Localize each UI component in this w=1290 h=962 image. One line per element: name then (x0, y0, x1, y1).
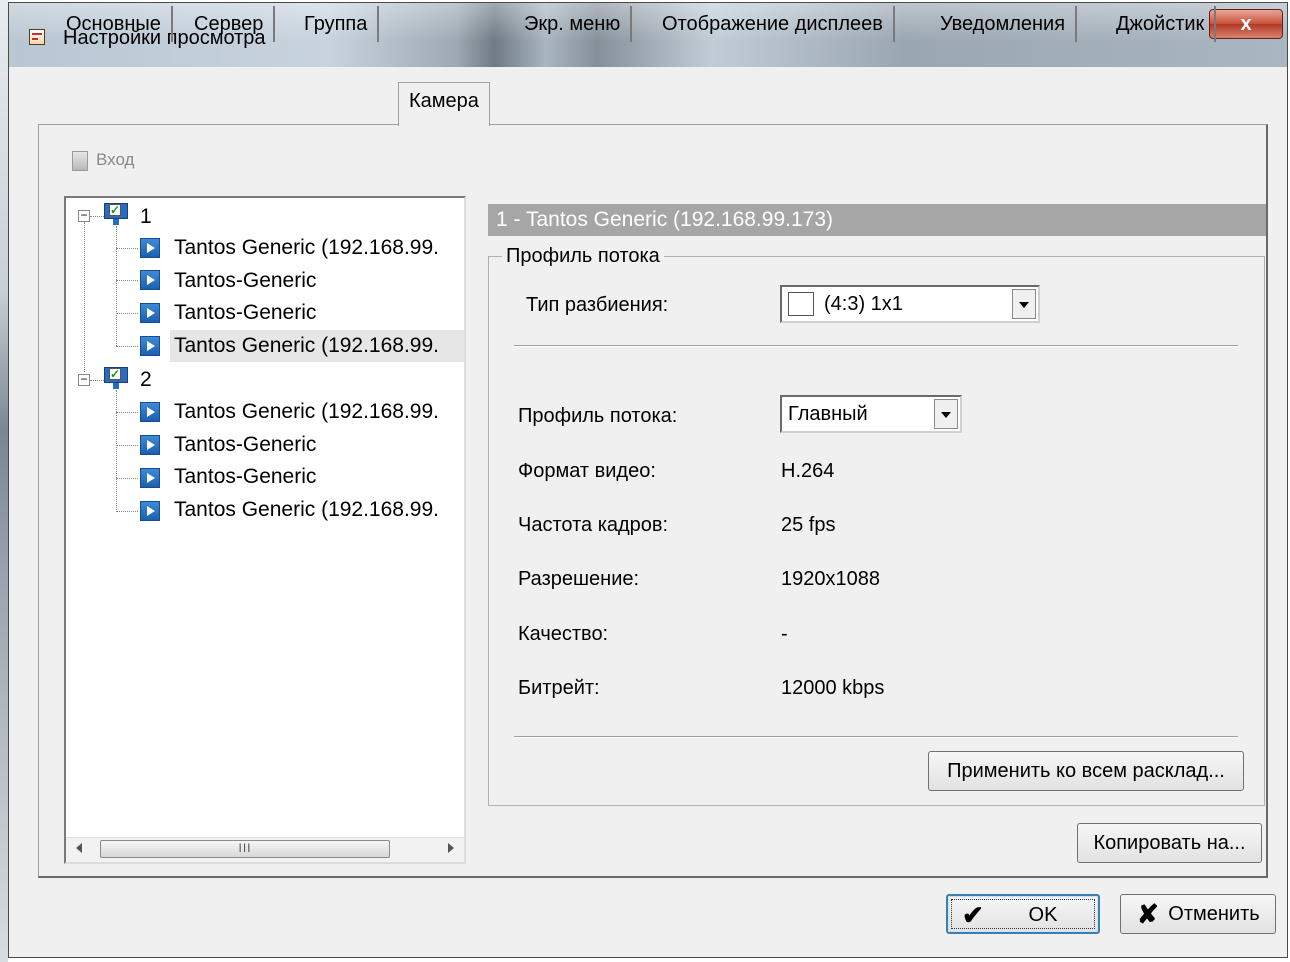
resolution-label: Разрешение: (518, 568, 640, 590)
copy-to-button[interactable]: Копировать на... (1077, 823, 1262, 863)
tab-notifications[interactable]: Уведомления (930, 6, 1078, 42)
login-icon (72, 150, 88, 171)
quality-value: - (781, 623, 788, 645)
quality-label: Качество: (518, 623, 609, 645)
cancel-label: Отменить (1168, 903, 1260, 925)
separator (514, 736, 1238, 738)
tab-screen-menu[interactable]: Экр. меню (514, 6, 633, 42)
tree-camera-item[interactable]: Tantos-Generic (174, 266, 316, 296)
tab-joystick[interactable]: Джойстик (1106, 6, 1217, 42)
tree-camera-item[interactable]: Tantos-Generic (174, 462, 316, 492)
tab-group[interactable]: Группа (294, 6, 380, 42)
camera-icon (140, 501, 160, 521)
camera-icon (140, 435, 160, 455)
login-label: Вход (96, 150, 135, 169)
tree-camera-item[interactable]: Tantos Generic (192.168.99. (174, 495, 439, 525)
camera-icon (140, 336, 160, 356)
stream-profile-select[interactable]: Главный (780, 395, 962, 433)
resolution-value: 1920x1088 (781, 568, 880, 590)
checkmark-icon: ✔ (962, 900, 984, 930)
tree-group-1[interactable]: 1 (140, 202, 152, 232)
camera-tree[interactable]: − ✓ 1 Tantos Generic (192.168.99. Tantos… (64, 196, 466, 864)
video-format-label: Формат видео: (518, 460, 656, 482)
split-type-label: Тип разбиения: (526, 294, 669, 316)
desktop-background-edge (0, 0, 8, 962)
scroll-left-icon[interactable] (76, 843, 82, 853)
scroll-right-icon[interactable] (448, 843, 454, 853)
bitrate-label: Битрейт: (518, 677, 600, 699)
ok-label: OK (1028, 904, 1058, 926)
tree-camera-item[interactable]: Tantos-Generic (174, 298, 316, 328)
monitor-check-icon: ✓ (104, 367, 128, 389)
camera-icon (140, 402, 160, 422)
camera-icon (140, 468, 160, 488)
cross-icon: ✘ (1137, 899, 1159, 929)
split-type-value: (4:3) 1x1 (824, 293, 903, 315)
groupbox-title: Профиль потока (502, 245, 664, 268)
chevron-down-icon[interactable] (1012, 289, 1036, 319)
camera-icon (140, 303, 160, 323)
separator (514, 345, 1238, 347)
tree-camera-item[interactable]: Tantos Generic (192.168.99. (174, 397, 439, 427)
stream-profile-value: Главный (788, 403, 868, 425)
ok-button[interactable]: ✔ OK (946, 894, 1100, 934)
tab-display-mapping[interactable]: Отображение дисплеев (652, 6, 895, 42)
login-button[interactable]: Вход (72, 150, 134, 176)
group-1-expander[interactable]: − (78, 209, 90, 222)
tree-camera-item-selected[interactable]: Tantos Generic (192.168.99. (174, 331, 439, 361)
split-type-select[interactable]: (4:3) 1x1 (780, 285, 1040, 323)
camera-header: 1 - Tantos Generic (192.168.99.173) (488, 204, 1266, 236)
layout-swatch-icon (788, 292, 814, 316)
tree-camera-item[interactable]: Tantos Generic (192.168.99. (174, 233, 439, 263)
cancel-button[interactable]: ✘ Отменить (1120, 894, 1276, 934)
camera-icon (140, 238, 160, 258)
camera-icon (140, 270, 160, 290)
frame-rate-value: 25 fps (781, 514, 836, 536)
tree-camera-item[interactable]: Tantos-Generic (174, 430, 316, 460)
stream-profile-label: Профиль потока: (518, 405, 678, 427)
apply-to-all-layouts-button[interactable]: Применить ко всем расклад... (928, 751, 1244, 791)
monitor-check-icon: ✓ (104, 203, 128, 225)
app-icon (29, 29, 45, 45)
tab-server[interactable]: Сервер (184, 6, 276, 42)
tree-group-2[interactable]: 2 (140, 365, 152, 395)
tab-camera[interactable]: Камера (398, 82, 490, 126)
chevron-down-icon[interactable] (934, 399, 958, 429)
frame-rate-label: Частота кадров: (518, 514, 669, 536)
video-format-value: H.264 (781, 460, 835, 482)
scrollbar-thumb[interactable]: III (100, 840, 390, 858)
bitrate-value: 12000 kbps (781, 677, 885, 699)
group-2-expander[interactable]: − (78, 373, 90, 386)
tab-general[interactable]: Основные (56, 6, 173, 42)
close-button[interactable]: x (1209, 9, 1283, 39)
tree-horizontal-scrollbar[interactable]: III (66, 837, 464, 862)
